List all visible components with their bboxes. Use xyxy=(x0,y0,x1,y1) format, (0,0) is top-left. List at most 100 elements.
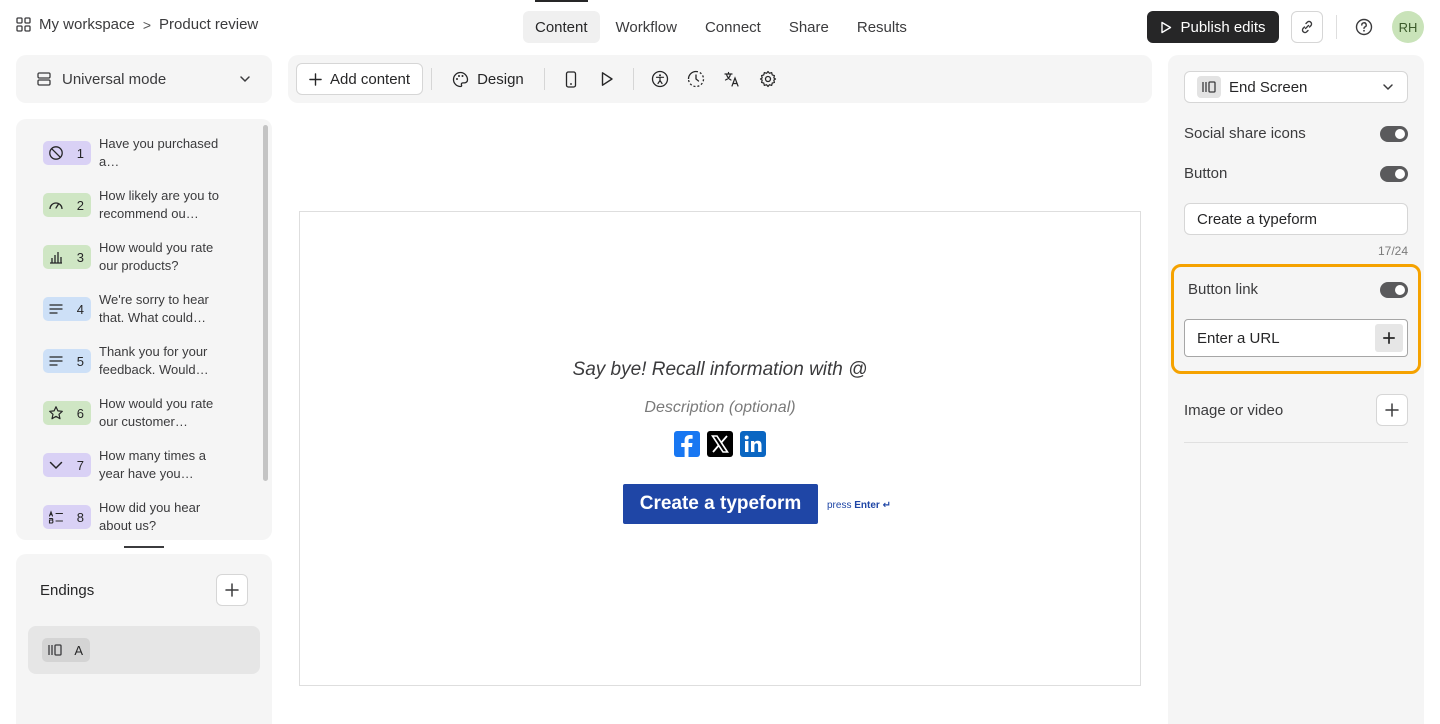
endings-title: Endings xyxy=(40,582,95,599)
dropdown-icon xyxy=(49,461,63,470)
end-screen-icon xyxy=(1197,76,1221,98)
plus-icon xyxy=(309,72,322,86)
linkedin-icon[interactable] xyxy=(740,431,766,457)
question-number: 7 xyxy=(76,457,84,473)
question-badge: 7 xyxy=(43,453,91,477)
toolbar-divider xyxy=(632,68,634,90)
settings-button[interactable] xyxy=(750,63,786,95)
end-screen-icon xyxy=(48,644,62,656)
question-list: 1 Have you purchased a… 2 How likely are yo… xyxy=(16,119,272,540)
loading-settings-button[interactable] xyxy=(678,63,714,95)
add-image-video-button[interactable] xyxy=(1376,394,1408,426)
chevron-down-icon xyxy=(240,76,250,83)
question-text: How did you hear about us? xyxy=(99,500,201,533)
link-icon xyxy=(1301,20,1313,34)
screen-type-label: End Screen xyxy=(1229,78,1308,96)
design-button[interactable]: Design xyxy=(440,63,536,95)
social-share-row: Social share icons xyxy=(1184,125,1408,142)
ending-item[interactable]: A xyxy=(28,626,260,674)
question-number: 4 xyxy=(76,301,84,317)
long-text-icon xyxy=(49,304,63,314)
breadcrumb-workspace[interactable]: My workspace xyxy=(39,16,135,33)
apps-grid-icon[interactable] xyxy=(16,17,31,32)
question-text: How would you rate our customer… xyxy=(99,396,214,429)
layers-icon xyxy=(37,72,51,86)
char-counter: 17/24 xyxy=(1377,244,1408,258)
no-entry-icon xyxy=(49,146,63,160)
question-number: 1 xyxy=(76,145,84,161)
breadcrumb-form[interactable]: Product review xyxy=(159,16,258,33)
screen-type-select[interactable]: End Screen xyxy=(1184,71,1408,103)
tab-content[interactable]: Content xyxy=(523,0,600,43)
mobile-preview-button[interactable] xyxy=(553,63,589,95)
question-badge: 4 xyxy=(43,297,91,321)
end-screen-description[interactable]: Description (optional) xyxy=(300,399,1140,417)
image-video-row: Image or video xyxy=(1184,394,1408,426)
plus-icon xyxy=(225,583,239,597)
button-text-input[interactable] xyxy=(1184,203,1408,235)
create-typeform-cta-button[interactable]: Create a typeform xyxy=(623,484,818,524)
plus-icon xyxy=(1383,332,1395,344)
help-button[interactable] xyxy=(1352,15,1376,39)
toolbar-divider xyxy=(431,68,433,90)
button-row: Button xyxy=(1184,165,1408,182)
press-enter-prefix: press xyxy=(827,500,852,511)
mode-select[interactable]: Universal mode xyxy=(16,55,272,103)
question-item-8[interactable]: 8 How did you hear about us? xyxy=(43,495,243,539)
question-item-3[interactable]: 3 How would you rate our products? xyxy=(43,235,243,279)
question-number: 5 xyxy=(76,353,84,369)
question-item-6[interactable]: 6 How would you rate our customer… xyxy=(43,391,243,435)
social-share-toggle[interactable] xyxy=(1380,125,1408,142)
plus-icon xyxy=(1385,403,1399,417)
toolbar-divider xyxy=(543,68,545,90)
question-number: 2 xyxy=(76,197,84,213)
x-icon[interactable] xyxy=(707,431,733,457)
mode-select-label: Universal mode xyxy=(62,70,167,88)
question-badge: 5 xyxy=(43,349,91,373)
question-item-5[interactable]: 5 Thank you for your feedback. Would… xyxy=(43,339,243,383)
add-content-button[interactable]: Add content xyxy=(296,63,424,95)
user-avatar[interactable]: RH xyxy=(1392,11,1424,43)
tab-share[interactable]: Share xyxy=(777,11,841,43)
button-link-row: Button link xyxy=(1188,281,1408,298)
question-text: Have you purchased a… xyxy=(99,136,219,169)
copy-link-button[interactable] xyxy=(1291,11,1323,43)
question-item-7[interactable]: 7 How many times a year have you… xyxy=(43,443,243,487)
question-badge: 8 xyxy=(43,505,91,529)
scroll-indicator xyxy=(124,546,164,548)
tab-workflow[interactable]: Workflow xyxy=(604,11,689,43)
question-text: How would you rate our products? xyxy=(99,240,214,273)
long-text-icon xyxy=(49,356,63,366)
tab-results[interactable]: Results xyxy=(845,11,919,43)
question-item-4[interactable]: 4 We're sorry to hear that. What could… xyxy=(43,287,243,331)
ending-badge: A xyxy=(42,638,90,662)
social-share-icons xyxy=(674,431,766,457)
tab-connect[interactable]: Connect xyxy=(693,11,773,43)
question-text: How many times a year have you… xyxy=(99,448,206,481)
top-bar: My workspace > Product review Content Wo… xyxy=(0,0,1440,54)
facebook-icon[interactable] xyxy=(674,431,700,457)
question-number: 6 xyxy=(76,405,84,421)
question-badge: 1 xyxy=(43,141,91,165)
gear-icon xyxy=(759,70,776,88)
design-label: Design xyxy=(477,70,524,88)
end-screen-headline[interactable]: Say bye! Recall information with @ xyxy=(300,359,1140,381)
button-label: Button xyxy=(1184,165,1228,182)
button-link-toggle[interactable] xyxy=(1380,281,1408,298)
question-item-2[interactable]: 2 How likely are you to recommend ou… xyxy=(43,183,243,227)
progress-icon xyxy=(687,70,704,88)
add-ending-button[interactable] xyxy=(216,574,248,606)
accessibility-button[interactable] xyxy=(642,63,678,95)
play-icon xyxy=(1161,21,1172,33)
url-input[interactable]: Enter a URL xyxy=(1184,319,1408,357)
publish-edits-button[interactable]: Publish edits xyxy=(1147,11,1279,43)
question-list-scrollbar[interactable] xyxy=(263,125,268,481)
button-toggle[interactable] xyxy=(1380,165,1408,182)
image-video-label: Image or video xyxy=(1184,401,1284,419)
preview-button[interactable] xyxy=(589,63,625,95)
translate-button[interactable] xyxy=(714,63,750,95)
question-badge: 3 xyxy=(43,245,91,269)
panel-divider xyxy=(1184,442,1408,443)
add-variable-button[interactable] xyxy=(1375,324,1403,352)
question-item-1[interactable]: 1 Have you purchased a… xyxy=(43,131,243,175)
